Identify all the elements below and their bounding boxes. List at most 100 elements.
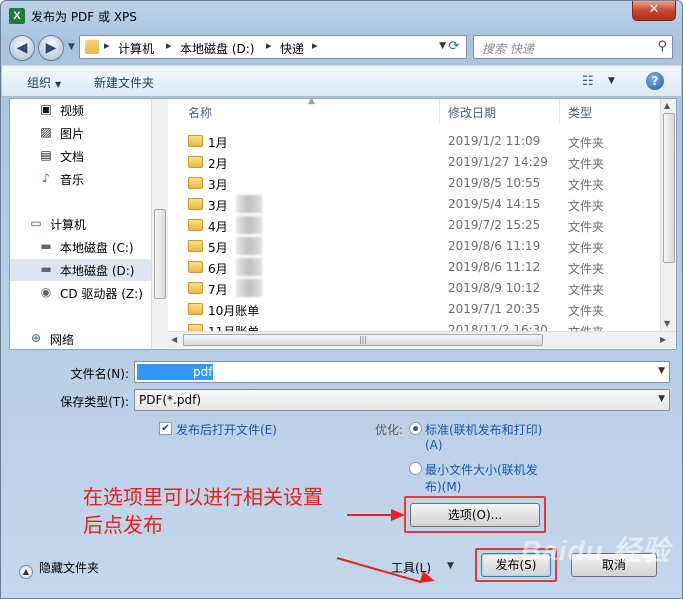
forward-button[interactable]: ▶ bbox=[38, 35, 64, 61]
file-name: 11月账单 bbox=[208, 323, 259, 331]
scroll-thumb[interactable] bbox=[154, 209, 166, 299]
address-bar[interactable]: ▸ 计算机 ▸ 本地磁盘 (D:) ▸ 快递 ▸ ▼ bbox=[79, 35, 467, 59]
redaction-blur bbox=[236, 216, 262, 234]
search-icon[interactable]: ⚲ bbox=[657, 39, 667, 54]
file-list-horizontal-scrollbar[interactable]: ◀ ||| ▶ bbox=[168, 331, 676, 348]
organize-menu[interactable]: 组织 ▼ bbox=[27, 74, 61, 91]
navigation-pane: ▣ 视频 ▨ 图片 ▤ 文档 ♪ 音乐 ▭ 计算机 ▬ 本地磁盘 (C:) ▬ … bbox=[10, 99, 151, 349]
nav-item-documents[interactable]: ▤ 文档 bbox=[10, 145, 151, 167]
nav-label: 网络 bbox=[50, 333, 75, 347]
nav-item-drive-d[interactable]: ▬ 本地磁盘 (D:) bbox=[10, 259, 151, 281]
recent-pages-dropdown[interactable]: ▼ bbox=[68, 42, 75, 52]
file-row[interactable]: 10月账单 2019/7/1 20:35 文件夹 bbox=[168, 299, 660, 320]
file-type: 文件夹 bbox=[568, 199, 605, 213]
breadcrumb-drive-d[interactable]: 本地磁盘 (D:) bbox=[180, 40, 254, 57]
open-after-publish-checkbox[interactable]: ✔ bbox=[159, 422, 172, 435]
annotation-arrow-head bbox=[391, 509, 405, 521]
back-button[interactable]: ◀ bbox=[9, 35, 35, 61]
standard-option-label-2[interactable]: (A) bbox=[425, 438, 443, 452]
file-row[interactable]: 2月 2019/1/27 14:29 文件夹 bbox=[168, 152, 660, 173]
column-header-name[interactable]: ▲ 名称 bbox=[168, 99, 440, 123]
file-row[interactable]: 6月 2019/8/6 11:12 文件夹 bbox=[168, 257, 660, 278]
view-options-icon[interactable]: ☷ bbox=[582, 74, 594, 89]
scroll-down-icon[interactable]: ▼ bbox=[664, 319, 670, 328]
options-button[interactable]: 选项(O)... bbox=[410, 503, 540, 527]
file-type: 文件夹 bbox=[568, 220, 605, 234]
file-date: 2019/8/9 10:12 bbox=[448, 281, 541, 295]
file-name: 7月 bbox=[208, 283, 228, 297]
nav-item-cd-drive[interactable]: ◉ CD 驱动器 (Z:) bbox=[10, 282, 151, 304]
nav-label: 图片 bbox=[60, 127, 85, 141]
nav-label: 文档 bbox=[60, 150, 85, 164]
chevron-right-icon[interactable]: ▸ bbox=[312, 39, 318, 52]
cd-drive-icon: ◉ bbox=[40, 285, 52, 299]
sort-up-icon: ▲ bbox=[308, 99, 315, 106]
standard-option-label[interactable]: 标准(联机发布和打印) bbox=[425, 421, 542, 438]
file-name: 3月 bbox=[208, 199, 228, 213]
chevron-right-icon[interactable]: ▸ bbox=[266, 39, 272, 52]
tools-menu[interactable]: 工具(L) bbox=[391, 559, 431, 576]
annotation-text-line2: 后点发布 bbox=[83, 513, 163, 537]
redaction-blur bbox=[236, 279, 262, 297]
close-button[interactable]: ✕ bbox=[632, 1, 676, 21]
chevron-right-icon[interactable]: ▸ bbox=[104, 39, 110, 52]
redaction-blur bbox=[236, 195, 262, 213]
annotation-arrow-line bbox=[347, 514, 393, 516]
file-name: 3月 bbox=[208, 178, 228, 192]
minimum-option-label[interactable]: 最小文件大小(联机发 bbox=[425, 461, 538, 478]
scroll-left-icon[interactable]: ◀ bbox=[171, 335, 177, 344]
folder-icon bbox=[188, 219, 203, 231]
folder-icon bbox=[188, 303, 203, 315]
nav-item-network[interactable]: ⊕ 网络 bbox=[10, 328, 151, 349]
column-header-date[interactable]: 修改日期 bbox=[440, 99, 560, 123]
file-row[interactable]: 11月账单 2018/11/2 16:30 文件夹 bbox=[168, 320, 660, 331]
nav-label: 本地磁盘 (D:) bbox=[60, 264, 135, 278]
nav-item-music[interactable]: ♪ 音乐 bbox=[10, 168, 151, 190]
file-row[interactable]: 3月 2019/8/5 10:55 文件夹 bbox=[168, 173, 660, 194]
scroll-right-icon[interactable]: ▶ bbox=[660, 335, 666, 344]
redaction-blur bbox=[236, 258, 262, 276]
chevron-right-icon[interactable]: ▸ bbox=[166, 39, 172, 52]
hide-folders-button[interactable]: ▲ 隐藏文件夹 bbox=[19, 559, 99, 579]
scroll-thumb[interactable]: ||| bbox=[183, 334, 543, 346]
filename-input[interactable]: pdf ▼ bbox=[134, 361, 670, 383]
file-list-vertical-scrollbar[interactable]: ▲ ▼ bbox=[660, 99, 676, 331]
file-row[interactable]: 4月 2019/7/2 15:25 文件夹 bbox=[168, 215, 660, 236]
refresh-icon[interactable]: ⟳ bbox=[443, 36, 465, 58]
breadcrumb-kuaidi[interactable]: 快递 bbox=[280, 40, 304, 57]
filetype-value: PDF(*.pdf) bbox=[139, 393, 202, 407]
scroll-thumb[interactable] bbox=[663, 113, 675, 263]
file-row[interactable]: 1月 2019/1/2 11:09 文件夹 bbox=[168, 131, 660, 152]
baidu-watermark: Baidu 经验 bbox=[521, 535, 671, 566]
filetype-select[interactable]: PDF(*.pdf) ▼ bbox=[134, 389, 670, 411]
chevron-down-icon[interactable]: ▼ bbox=[658, 366, 665, 376]
chevron-down-icon[interactable]: ▼ bbox=[447, 561, 454, 571]
chevron-up-icon: ▲ bbox=[19, 565, 33, 579]
nav-item-computer[interactable]: ▭ 计算机 bbox=[10, 213, 151, 235]
nav-item-videos[interactable]: ▣ 视频 bbox=[10, 99, 151, 121]
nav-label: 音乐 bbox=[60, 173, 85, 187]
file-row[interactable]: 7月 2019/8/9 10:12 文件夹 bbox=[168, 278, 660, 299]
chevron-down-icon[interactable]: ▼ bbox=[658, 394, 665, 404]
column-header-type[interactable]: 类型 bbox=[560, 99, 660, 123]
new-folder-button[interactable]: 新建文件夹 bbox=[94, 74, 154, 91]
minimum-option-label-2[interactable]: 布)(M) bbox=[425, 478, 461, 495]
breadcrumb-computer[interactable]: 计算机 bbox=[118, 40, 154, 57]
video-icon: ▣ bbox=[40, 102, 52, 116]
nav-item-drive-c[interactable]: ▬ 本地磁盘 (C:) bbox=[10, 236, 151, 258]
file-type: 文件夹 bbox=[568, 283, 605, 297]
file-row[interactable]: 3月 2019/5/4 14:15 文件夹 bbox=[168, 194, 660, 215]
scroll-up-icon[interactable]: ▲ bbox=[664, 101, 670, 110]
nav-item-pictures[interactable]: ▨ 图片 bbox=[10, 122, 151, 144]
chevron-down-icon[interactable]: ▼ bbox=[608, 76, 615, 86]
file-row[interactable]: 5月 2019/8/6 11:19 文件夹 bbox=[168, 236, 660, 257]
help-icon[interactable]: ? bbox=[646, 72, 664, 90]
minimum-size-radio[interactable] bbox=[409, 462, 422, 475]
file-date: 2019/1/27 14:29 bbox=[448, 155, 548, 169]
search-box[interactable]: 搜索 快递 ⚲ bbox=[473, 35, 673, 59]
window-title: 发布为 PDF 或 XPS bbox=[31, 10, 137, 24]
standard-radio[interactable] bbox=[409, 422, 422, 435]
file-date: 2019/8/5 10:55 bbox=[448, 176, 541, 190]
open-after-publish-label[interactable]: 发布后打开文件(E) bbox=[176, 421, 277, 438]
nav-pane-scrollbar[interactable] bbox=[151, 99, 168, 349]
